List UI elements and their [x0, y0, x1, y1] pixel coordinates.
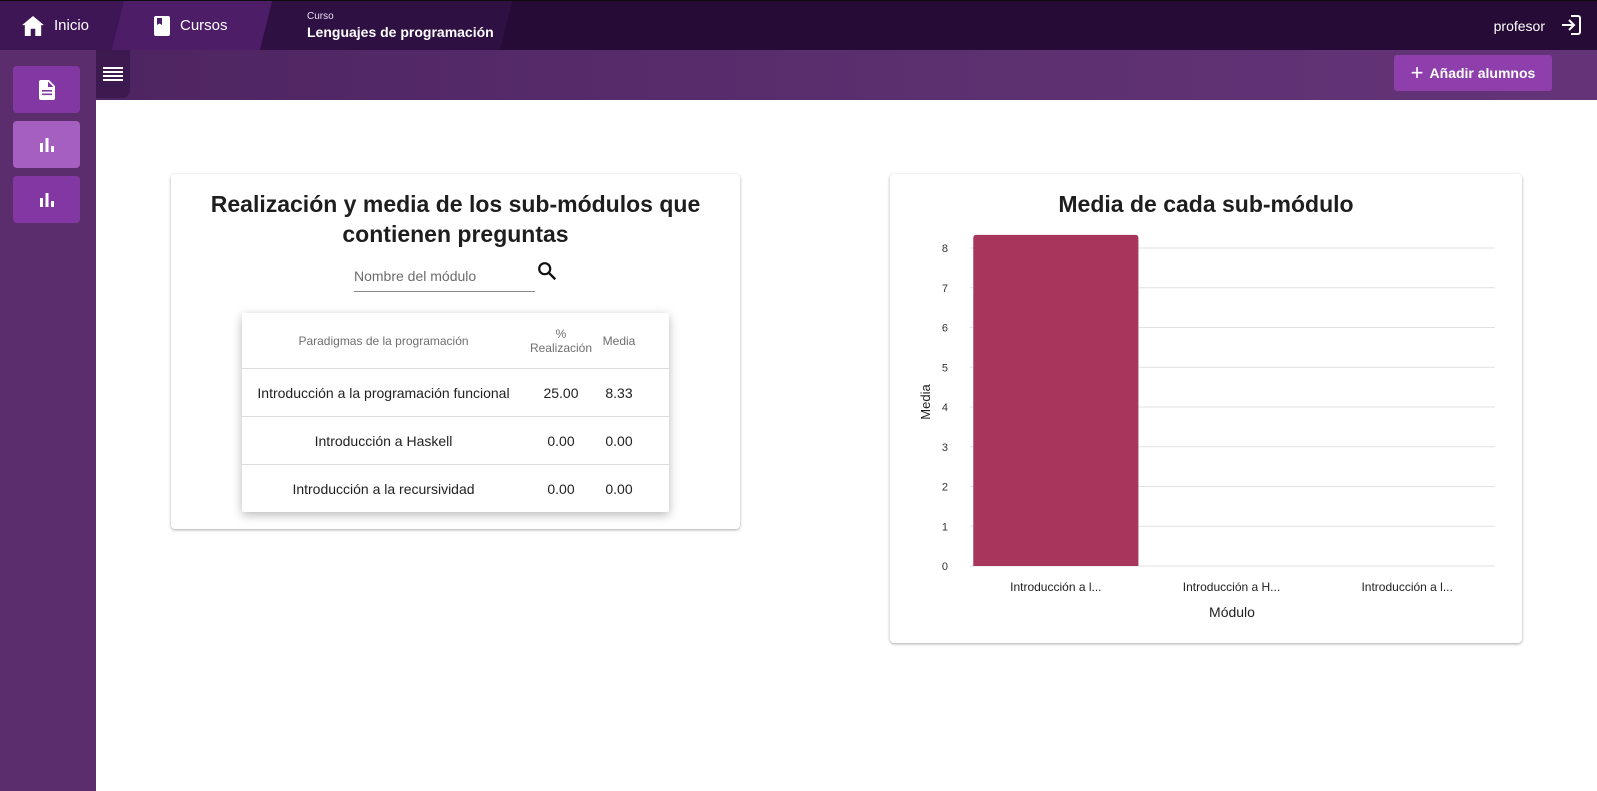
y-axis-label: Media	[918, 384, 933, 420]
x-tick-label: Introducción a l...	[1010, 580, 1101, 594]
breadcrumb-course-caption: Curso	[307, 10, 334, 22]
add-students-button[interactable]: + Añadir alumnos	[1394, 55, 1552, 91]
table-card-title: Realización y media de los sub-módulos q…	[210, 191, 701, 247]
sub-header-bar	[96, 50, 1597, 100]
x-tick-label: Introducción a l...	[1361, 580, 1452, 594]
menu-toggle-button[interactable]	[96, 50, 130, 98]
breadcrumb-home[interactable]: Inicio	[22, 1, 89, 50]
cell-completion: 0.00	[547, 432, 575, 449]
sidebar	[0, 50, 96, 791]
bar[interactable]	[973, 234, 1139, 566]
cell-name: Introducción a Haskell	[314, 432, 453, 449]
cell-completion: 25.00	[543, 384, 579, 401]
y-tick-label: 6	[942, 323, 948, 335]
cell-average: 0.00	[605, 480, 633, 497]
search-icon[interactable]	[536, 260, 558, 282]
table-row[interactable]: Introducción a la programación funcional…	[242, 369, 669, 417]
sidebar-item-stats-active[interactable]	[13, 121, 80, 168]
y-tick-label: 8	[942, 243, 948, 255]
top-navigation-bar: Inicio Cursos Curso Lenguajes de program…	[0, 0, 1597, 50]
breadcrumb-courses-label: Cursos	[180, 17, 228, 34]
cell-name: Introducción a la recursividad	[292, 480, 475, 497]
book-icon	[154, 15, 170, 36]
table-row[interactable]: Introducción a Haskell 0.00 0.00	[242, 417, 669, 465]
breadcrumb-home-label: Inicio	[54, 17, 90, 34]
menu-icon	[103, 67, 123, 81]
column-header-average[interactable]: Media	[597, 334, 641, 348]
bar-chart-icon	[39, 137, 54, 152]
document-icon	[38, 79, 55, 100]
submodule-average-chart-card: Media de cada sub-módulo 012345678 Intro…	[890, 174, 1522, 643]
breadcrumb-course-name: Lenguajes de programación	[307, 23, 494, 40]
y-tick-label: 1	[942, 521, 948, 533]
plus-icon: +	[1410, 60, 1424, 85]
breadcrumb-courses[interactable]: Cursos	[154, 1, 228, 50]
x-tick-label: Introducción a H...	[1183, 580, 1280, 594]
column-header-name[interactable]: Paradigmas de la programación	[242, 334, 525, 348]
y-tick-label: 5	[942, 362, 948, 374]
y-tick-label: 7	[942, 283, 948, 295]
cell-completion: 0.00	[547, 480, 575, 497]
breadcrumb-course[interactable]: Curso Lenguajes de programación	[307, 1, 494, 50]
y-tick-label: 4	[942, 402, 948, 414]
home-icon	[22, 15, 44, 36]
x-axis-label: Módulo	[1209, 604, 1255, 620]
y-tick-label: 2	[942, 482, 948, 494]
add-students-label: Añadir alumnos	[1429, 65, 1536, 81]
sidebar-item-document[interactable]	[13, 66, 80, 113]
cell-average: 0.00	[605, 432, 633, 449]
cell-name: Introducción a la programación funcional	[257, 384, 510, 401]
sidebar-item-stats[interactable]	[13, 176, 80, 223]
submodules-table-card: Realización y media de los sub-módulos q…	[171, 174, 740, 529]
username: profesor	[1493, 17, 1545, 34]
logout-icon[interactable]	[1559, 13, 1583, 37]
y-tick-label: 0	[942, 561, 948, 573]
bar-chart-icon	[39, 192, 54, 207]
table-header-row: Paradigmas de la programación % Realizac…	[242, 313, 669, 369]
column-header-completion[interactable]: % Realización	[525, 327, 597, 355]
average-bar-chart: 0 1 2 3 4 5 6 7 8 Introducción a l... Introducció…	[918, 234, 1495, 620]
table-row[interactable]: Introducción a la recursividad 0.00 0.00	[242, 465, 669, 512]
y-tick-label: 3	[942, 442, 948, 454]
cell-average: 8.33	[605, 384, 633, 401]
submodules-table: Paradigmas de la programación % Realizac…	[242, 313, 669, 512]
module-search-input[interactable]	[354, 262, 535, 290]
module-search	[354, 262, 535, 292]
